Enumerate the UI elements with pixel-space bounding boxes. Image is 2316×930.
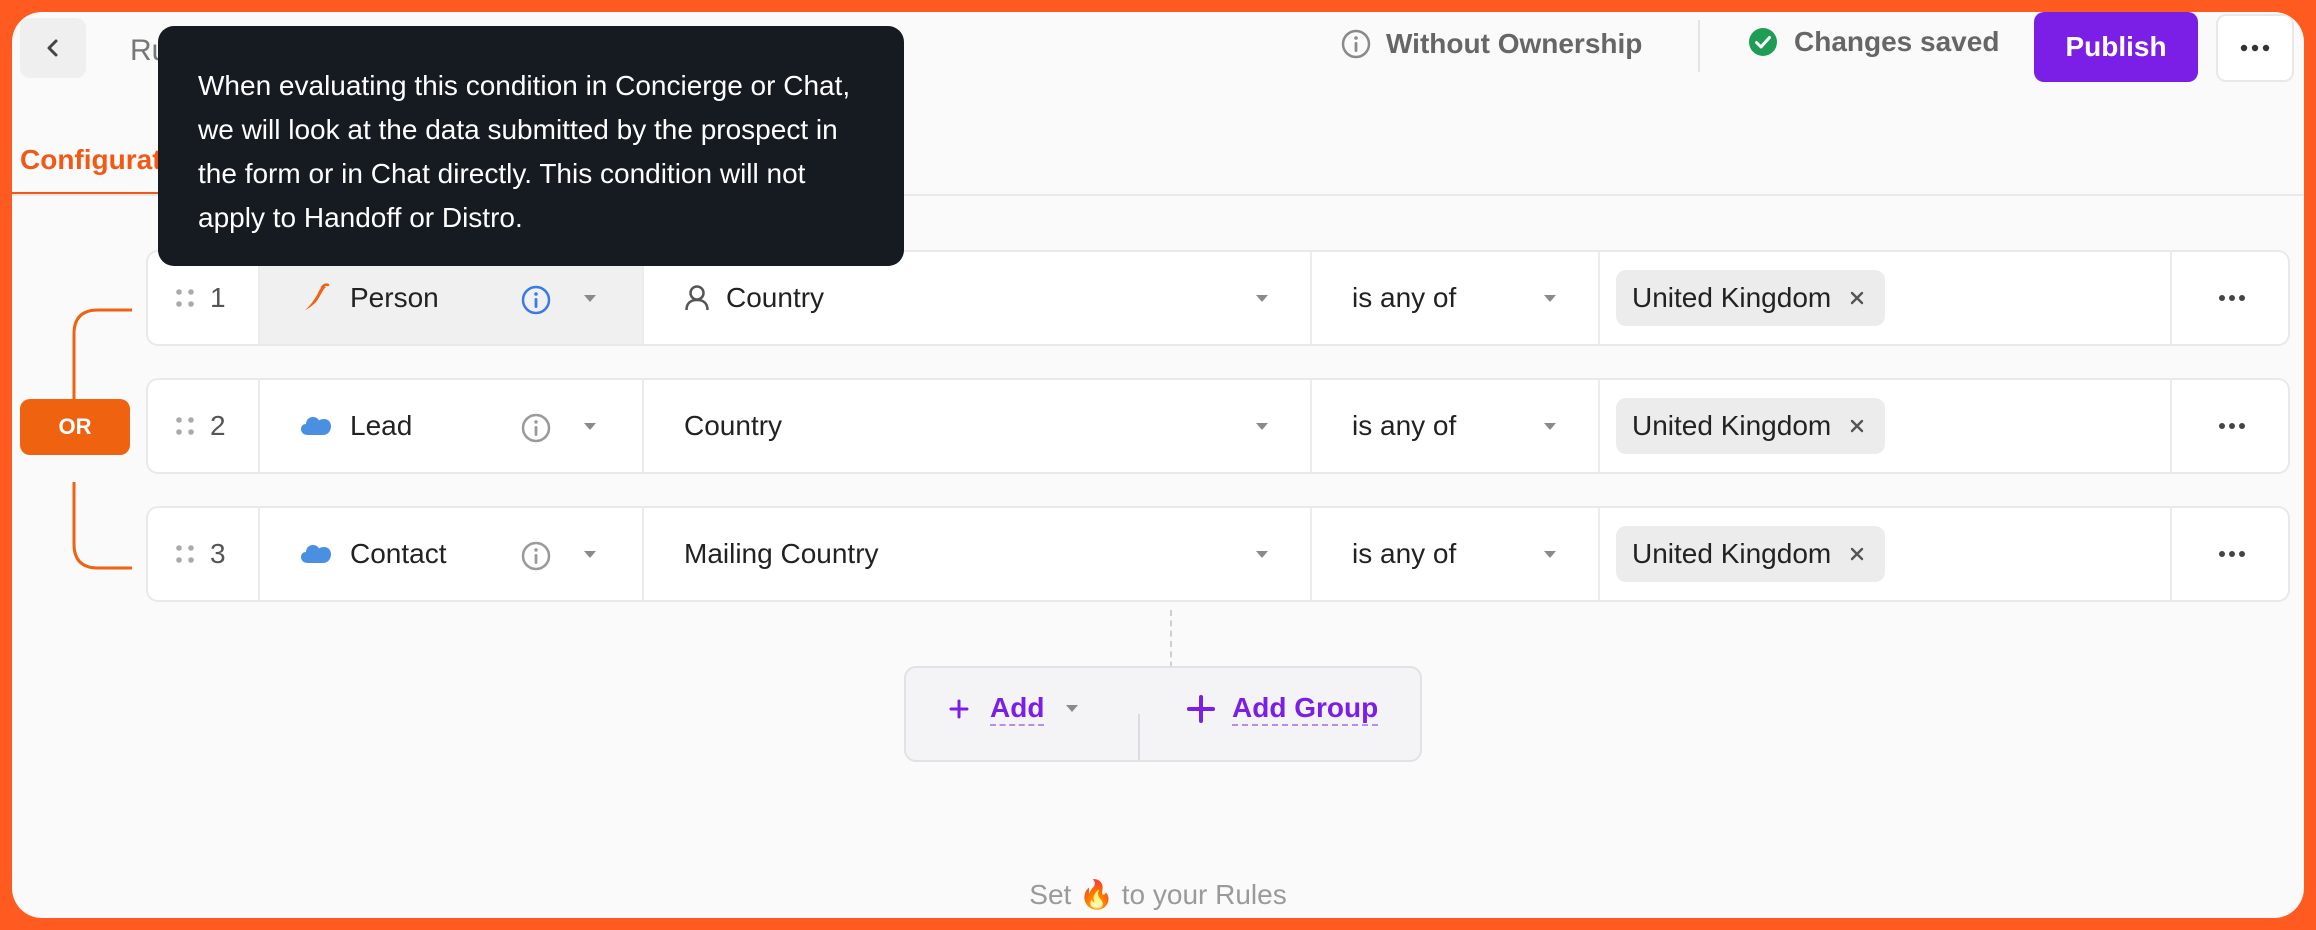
salesforce-cloud-icon [301, 417, 331, 435]
info-icon[interactable] [520, 284, 552, 316]
value-chip-label: United Kingdom [1632, 282, 1832, 313]
row-number: 2 [210, 410, 226, 441]
drag-handle-icon [176, 545, 194, 563]
more-options-button[interactable] [2216, 14, 2294, 82]
ownership-status[interactable]: Without Ownership [1340, 28, 1642, 60]
operator-select[interactable]: is any of [1310, 380, 1598, 472]
save-status: Changes saved [1748, 26, 1999, 58]
chevron-down-icon [1066, 705, 1079, 712]
row-number: 3 [210, 538, 226, 569]
group-operator-toggle[interactable]: OR [20, 399, 130, 455]
ellipsis-icon [2240, 44, 2270, 52]
value-chip-label: United Kingdom [1632, 410, 1832, 441]
object-select[interactable]: Contact [258, 508, 642, 600]
ellipsis-icon [2219, 551, 2245, 557]
chevron-down-icon [1256, 423, 1268, 430]
drag-handle-icon [176, 289, 194, 307]
chevron-down-icon [1256, 551, 1268, 558]
saved-label: Changes saved [1794, 26, 2000, 57]
fire-icon: 🔥 [1079, 879, 1114, 910]
add-condition-button[interactable]: Add [948, 692, 1080, 726]
back-button[interactable] [20, 18, 86, 78]
chevron-down-icon [1544, 551, 1556, 558]
chevron-left-icon [47, 39, 58, 57]
condition-row: 3 Contact Mailing Country is any of Unit… [146, 506, 2290, 602]
value-chip-label: United Kingdom [1632, 538, 1832, 569]
app-frame: Ru Without Ownership Changes saved Publi… [12, 12, 2304, 918]
info-icon[interactable] [520, 540, 552, 572]
chilipiper-icon [305, 283, 330, 310]
row-handle[interactable]: 2 [148, 380, 258, 472]
add-label: Add [990, 692, 1045, 726]
chevron-down-icon [1544, 295, 1556, 302]
condition-info-tooltip: When evaluating this condition in Concie… [158, 26, 904, 266]
condition-row: 2 Lead Country is any of United Kingdom [146, 378, 2290, 474]
object-label: Contact [350, 538, 447, 569]
value-chip: United Kingdom [1616, 526, 1886, 582]
field-select[interactable]: Mailing Country [642, 508, 1310, 600]
add-toolbar: Add Add Group [904, 666, 1422, 762]
ellipsis-icon [2219, 295, 2245, 301]
chevron-down-icon [1544, 423, 1556, 430]
drag-handle-icon [176, 417, 194, 435]
plus-icon [1187, 695, 1215, 723]
check-circle-icon [1749, 28, 1777, 56]
operator-select[interactable]: is any of [1310, 252, 1598, 344]
chevron-down-icon [1256, 295, 1268, 302]
footer-hint-after: to your Rules [1121, 879, 1287, 910]
row-handle[interactable]: 3 [148, 508, 258, 600]
object-label: Lead [350, 410, 413, 441]
object-label: Person [350, 282, 439, 313]
operator-select[interactable]: is any of [1310, 508, 1598, 600]
chevron-down-icon [584, 551, 596, 558]
tab-configuration[interactable]: Configurati [12, 130, 162, 196]
row-more-button[interactable] [2170, 508, 2288, 600]
add-group-label: Add Group [1232, 692, 1379, 726]
operator-label: is any of [1352, 410, 1457, 441]
footer-hint-before: Set [1029, 879, 1072, 910]
row-number: 1 [210, 282, 226, 313]
ownership-label: Without Ownership [1386, 28, 1643, 59]
add-group-button[interactable]: Add Group [1186, 692, 1379, 726]
close-icon[interactable] [1849, 418, 1865, 434]
value-chip: United Kingdom [1616, 398, 1886, 454]
close-icon[interactable] [1849, 290, 1865, 306]
ellipsis-icon [2219, 423, 2245, 429]
chevron-down-icon [584, 295, 596, 302]
footer-hint: Set 🔥 to your Rules [12, 878, 2304, 911]
object-select[interactable]: Lead [258, 380, 642, 472]
close-icon[interactable] [1849, 546, 1865, 562]
tab-configuration-label: Configurati [20, 144, 162, 175]
value-input[interactable]: United Kingdom [1598, 380, 2170, 472]
chevron-down-icon [584, 423, 596, 430]
value-input[interactable]: United Kingdom [1598, 508, 2170, 600]
info-icon [1341, 29, 1371, 59]
operator-label: is any of [1352, 538, 1457, 569]
person-icon [685, 285, 709, 311]
add-divider [1138, 714, 1140, 760]
row-more-button[interactable] [2170, 252, 2288, 344]
operator-label: is any of [1352, 282, 1457, 313]
salesforce-cloud-icon [301, 545, 331, 563]
field-select[interactable]: Country [642, 380, 1310, 472]
plus-icon [949, 699, 969, 719]
publish-button[interactable]: Publish [2034, 12, 2198, 82]
info-icon[interactable] [520, 412, 552, 444]
field-label: Mailing Country [684, 538, 879, 569]
field-label: Country [726, 282, 825, 313]
header-divider [1698, 20, 1700, 72]
value-chip: United Kingdom [1616, 270, 1886, 326]
field-label: Country [684, 410, 783, 441]
value-input[interactable]: United Kingdom [1598, 252, 2170, 344]
row-more-button[interactable] [2170, 380, 2288, 472]
